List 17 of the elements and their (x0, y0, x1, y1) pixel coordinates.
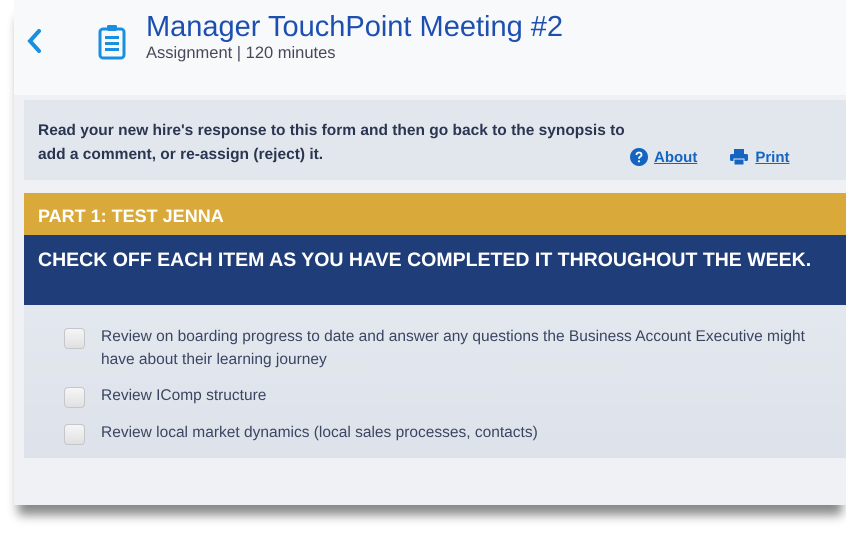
chevron-left-icon (26, 28, 42, 54)
print-link[interactable]: Print (729, 148, 790, 166)
about-link[interactable]: About (630, 148, 698, 166)
checkbox[interactable] (64, 424, 85, 445)
section-heading: CHECK OFF EACH ITEM AS YOU HAVE COMPLETED IT THROUGHOUT THE WEEK. (24, 235, 846, 305)
checklist-item-label: Review local market dynamics (local sales processes, contacts) (101, 423, 538, 443)
page-subtitle: Assignment | 120 minutes (146, 44, 337, 62)
checklist-item-label: Review IComp structure (101, 386, 266, 406)
clipboard-icon (98, 24, 126, 60)
help-icon (630, 148, 648, 166)
page-title: Manager TouchPoint Meeting #2 (146, 10, 564, 44)
checkbox[interactable] (64, 328, 85, 349)
instructions-text: Read your new hire's response to this form and then go back to the synopsis to add a comment, or re-assign (reject) it. (38, 121, 626, 165)
checkbox[interactable] (64, 387, 85, 408)
checklist-item-label: Review on boarding progress to date and answer any questions the Business Account Executive might have about their learning journey (101, 327, 806, 370)
part-header: PART 1: TEST JENNA (24, 193, 846, 235)
printer-icon (729, 148, 750, 166)
